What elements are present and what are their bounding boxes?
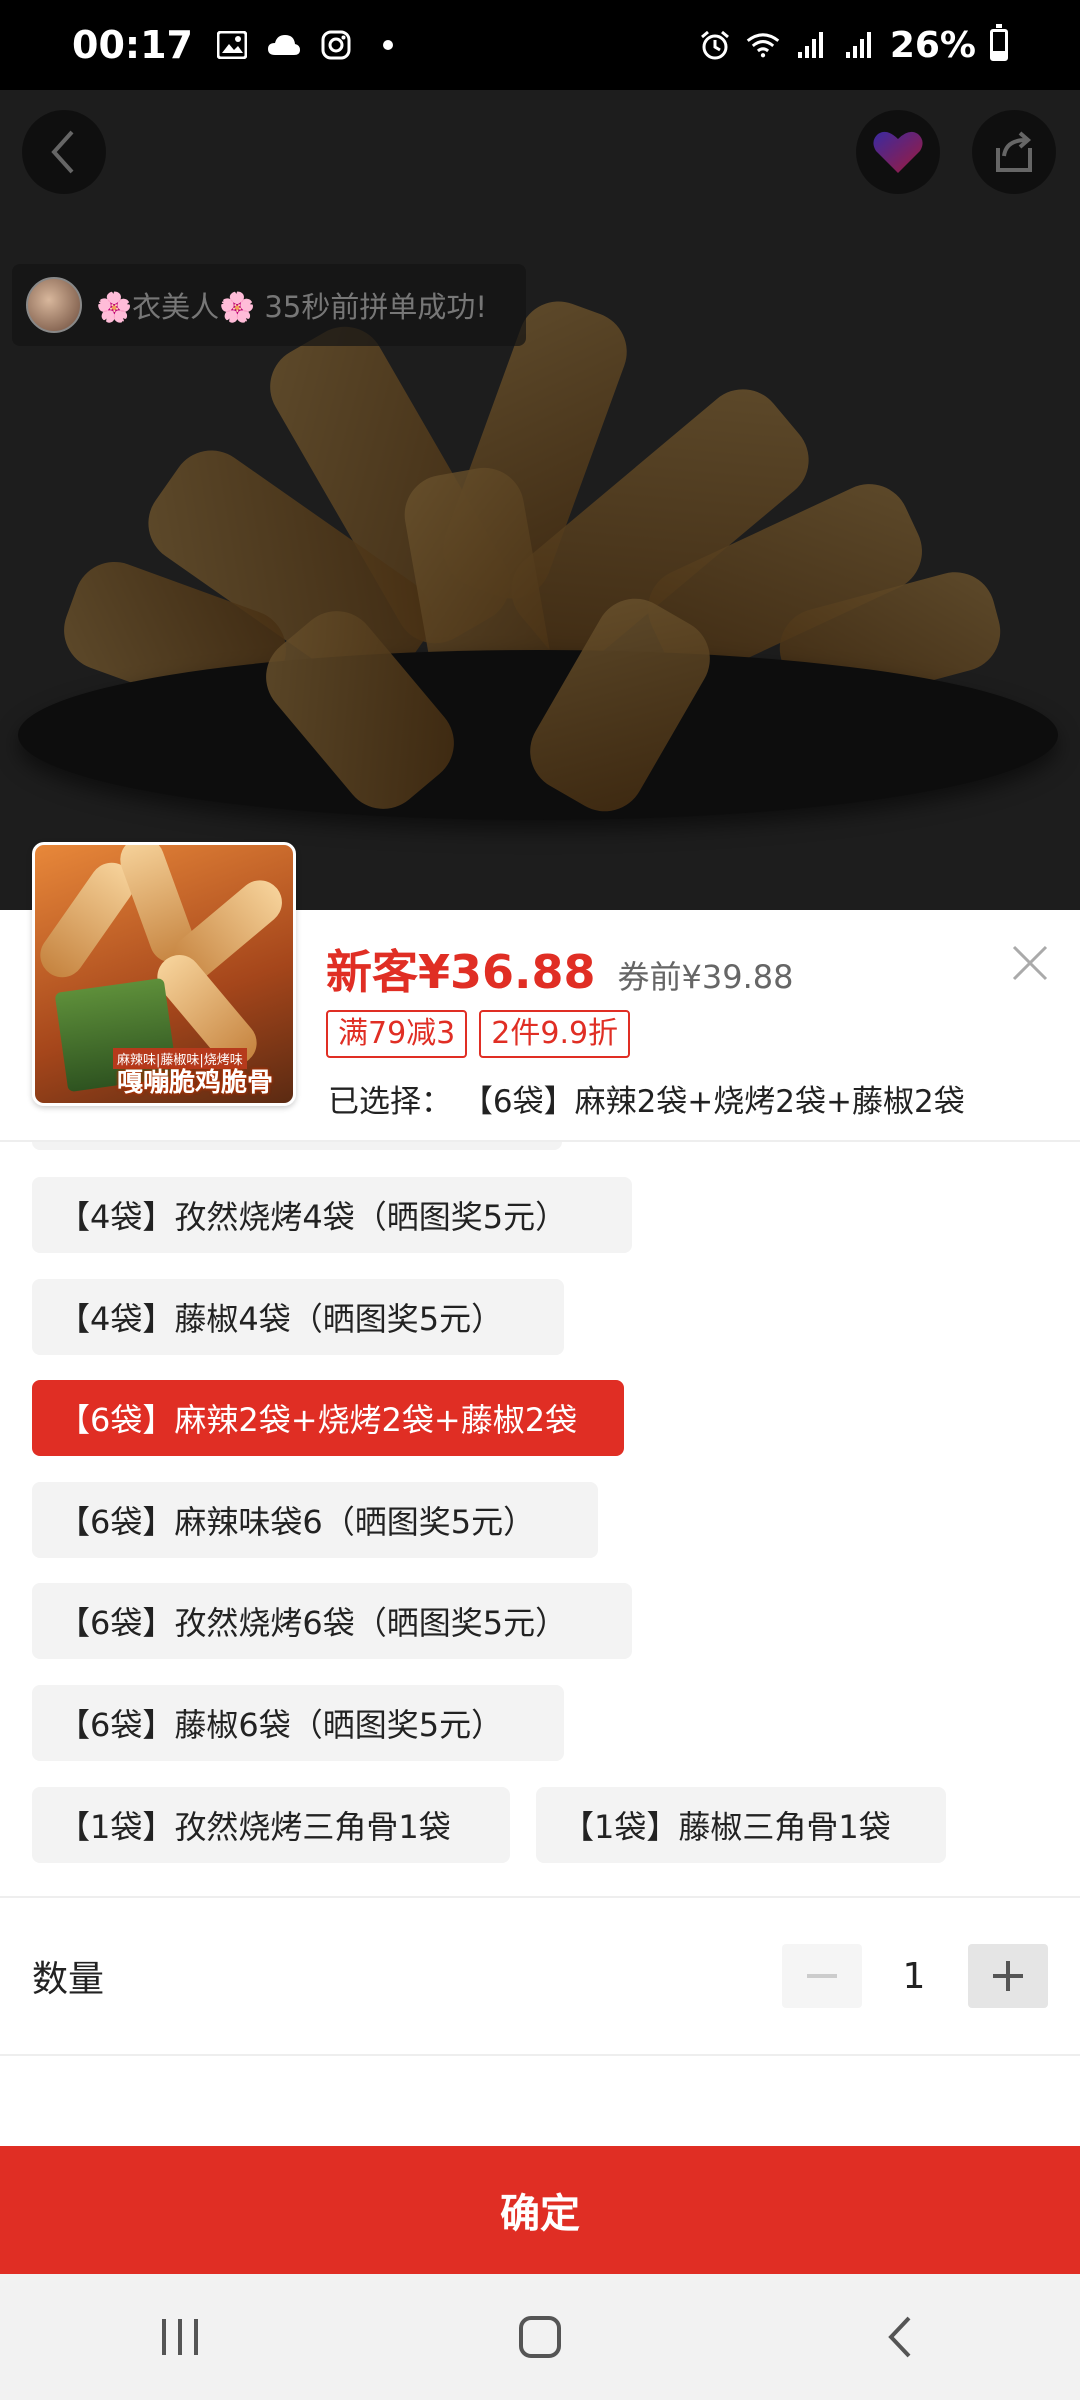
quantity-value[interactable]: 1 — [862, 1944, 966, 2008]
instagram-icon — [319, 28, 353, 62]
selected-label: 已选择： — [328, 1084, 452, 1120]
wifi-icon — [746, 28, 780, 62]
system-back-button[interactable] — [860, 2297, 940, 2377]
sku-options-list: 【4袋】孜然烧烤4袋（晒图奖5元） 【4袋】藤椒4袋（晒图奖5元） 【6袋】麻辣… — [32, 1142, 1052, 1878]
quantity-increment-button[interactable] — [968, 1944, 1048, 2008]
alarm-icon — [698, 28, 732, 62]
favorite-button[interactable] — [856, 110, 940, 194]
toast-text: 🌸衣美人🌸 35秒前拼单成功! — [96, 290, 487, 324]
product-hero-image — [0, 90, 1080, 910]
option-chip[interactable]: 【6袋】麻辣2袋+烧烤2袋+藤椒2袋 — [32, 1380, 624, 1456]
selected-value: 【6袋】麻辣2袋+烧烤2袋+藤椒2袋 — [461, 1084, 965, 1120]
cloud-icon — [267, 28, 301, 62]
chevron-left-icon — [51, 130, 74, 174]
option-chip[interactable]: 【6袋】麻辣味袋6（晒图奖5元） — [32, 1482, 598, 1558]
selected-summary: 已选择： 【6袋】麻辣2袋+烧烤2袋+藤椒2袋 — [328, 1076, 965, 1121]
heart-icon — [873, 131, 923, 173]
battery-icon — [990, 24, 1008, 61]
close-icon — [1012, 945, 1048, 981]
current-price: 新客¥36.88 — [326, 945, 596, 999]
option-chip-clipped[interactable] — [32, 1142, 562, 1150]
share-button[interactable] — [972, 110, 1056, 194]
original-price: 券前¥39.88 — [617, 958, 794, 996]
home-button[interactable] — [500, 2297, 580, 2377]
minus-icon — [807, 1974, 837, 1978]
option-chip[interactable]: 【1袋】孜然烧烤三角骨1袋 — [32, 1787, 510, 1863]
price-row: 新客¥36.88 券前¥39.88 — [326, 936, 794, 1002]
back-button[interactable] — [22, 110, 106, 194]
confirm-button[interactable]: 确定 — [0, 2146, 1080, 2274]
quantity-label: 数量 — [32, 1959, 105, 2000]
plus-icon — [993, 1961, 1023, 1991]
product-thumbnail[interactable]: 麻辣味|藤椒味|烧烤味 嘎嘣脆鸡脆骨 — [32, 842, 296, 1106]
signal-icon — [794, 28, 828, 62]
share-icon — [996, 131, 1032, 172]
divider — [0, 1896, 1080, 1898]
system-nav-bar — [0, 2274, 1080, 2400]
promo-tag: 满79减3 — [326, 1010, 468, 1058]
divider — [0, 2054, 1080, 2056]
battery-percent: 26% — [889, 24, 976, 66]
option-chip[interactable]: 【1袋】藤椒三角骨1袋 — [536, 1787, 946, 1863]
back-icon — [888, 2316, 911, 2358]
avatar — [26, 277, 82, 333]
dot-icon — [371, 28, 405, 62]
promo-tag: 2件9.9折 — [479, 1010, 631, 1058]
status-time: 00:17 — [72, 23, 193, 67]
recents-icon — [162, 2319, 198, 2355]
option-chip[interactable]: 【4袋】孜然烧烤4袋（晒图奖5元） — [32, 1177, 632, 1253]
option-chip[interactable]: 【4袋】藤椒4袋（晒图奖5元） — [32, 1279, 564, 1355]
option-chip[interactable]: 【6袋】孜然烧烤6袋（晒图奖5元） — [32, 1583, 632, 1659]
promo-tags: 满79减3 2件9.9折 — [326, 1010, 631, 1058]
signal-icon — [842, 28, 876, 62]
gallery-icon — [215, 28, 249, 62]
recent-apps-button[interactable] — [140, 2297, 220, 2377]
option-chip[interactable]: 【6袋】藤椒6袋（晒图奖5元） — [32, 1685, 564, 1761]
home-icon — [519, 2316, 561, 2358]
close-button[interactable] — [1005, 938, 1055, 988]
group-buy-toast: 🌸衣美人🌸 35秒前拼单成功! — [12, 264, 526, 346]
quantity-decrement-button[interactable] — [782, 1944, 862, 2008]
status-bar: 00:17 26% — [0, 0, 1080, 90]
thumbnail-caption: 嘎嘣脆鸡脆骨 — [117, 1068, 274, 1098]
